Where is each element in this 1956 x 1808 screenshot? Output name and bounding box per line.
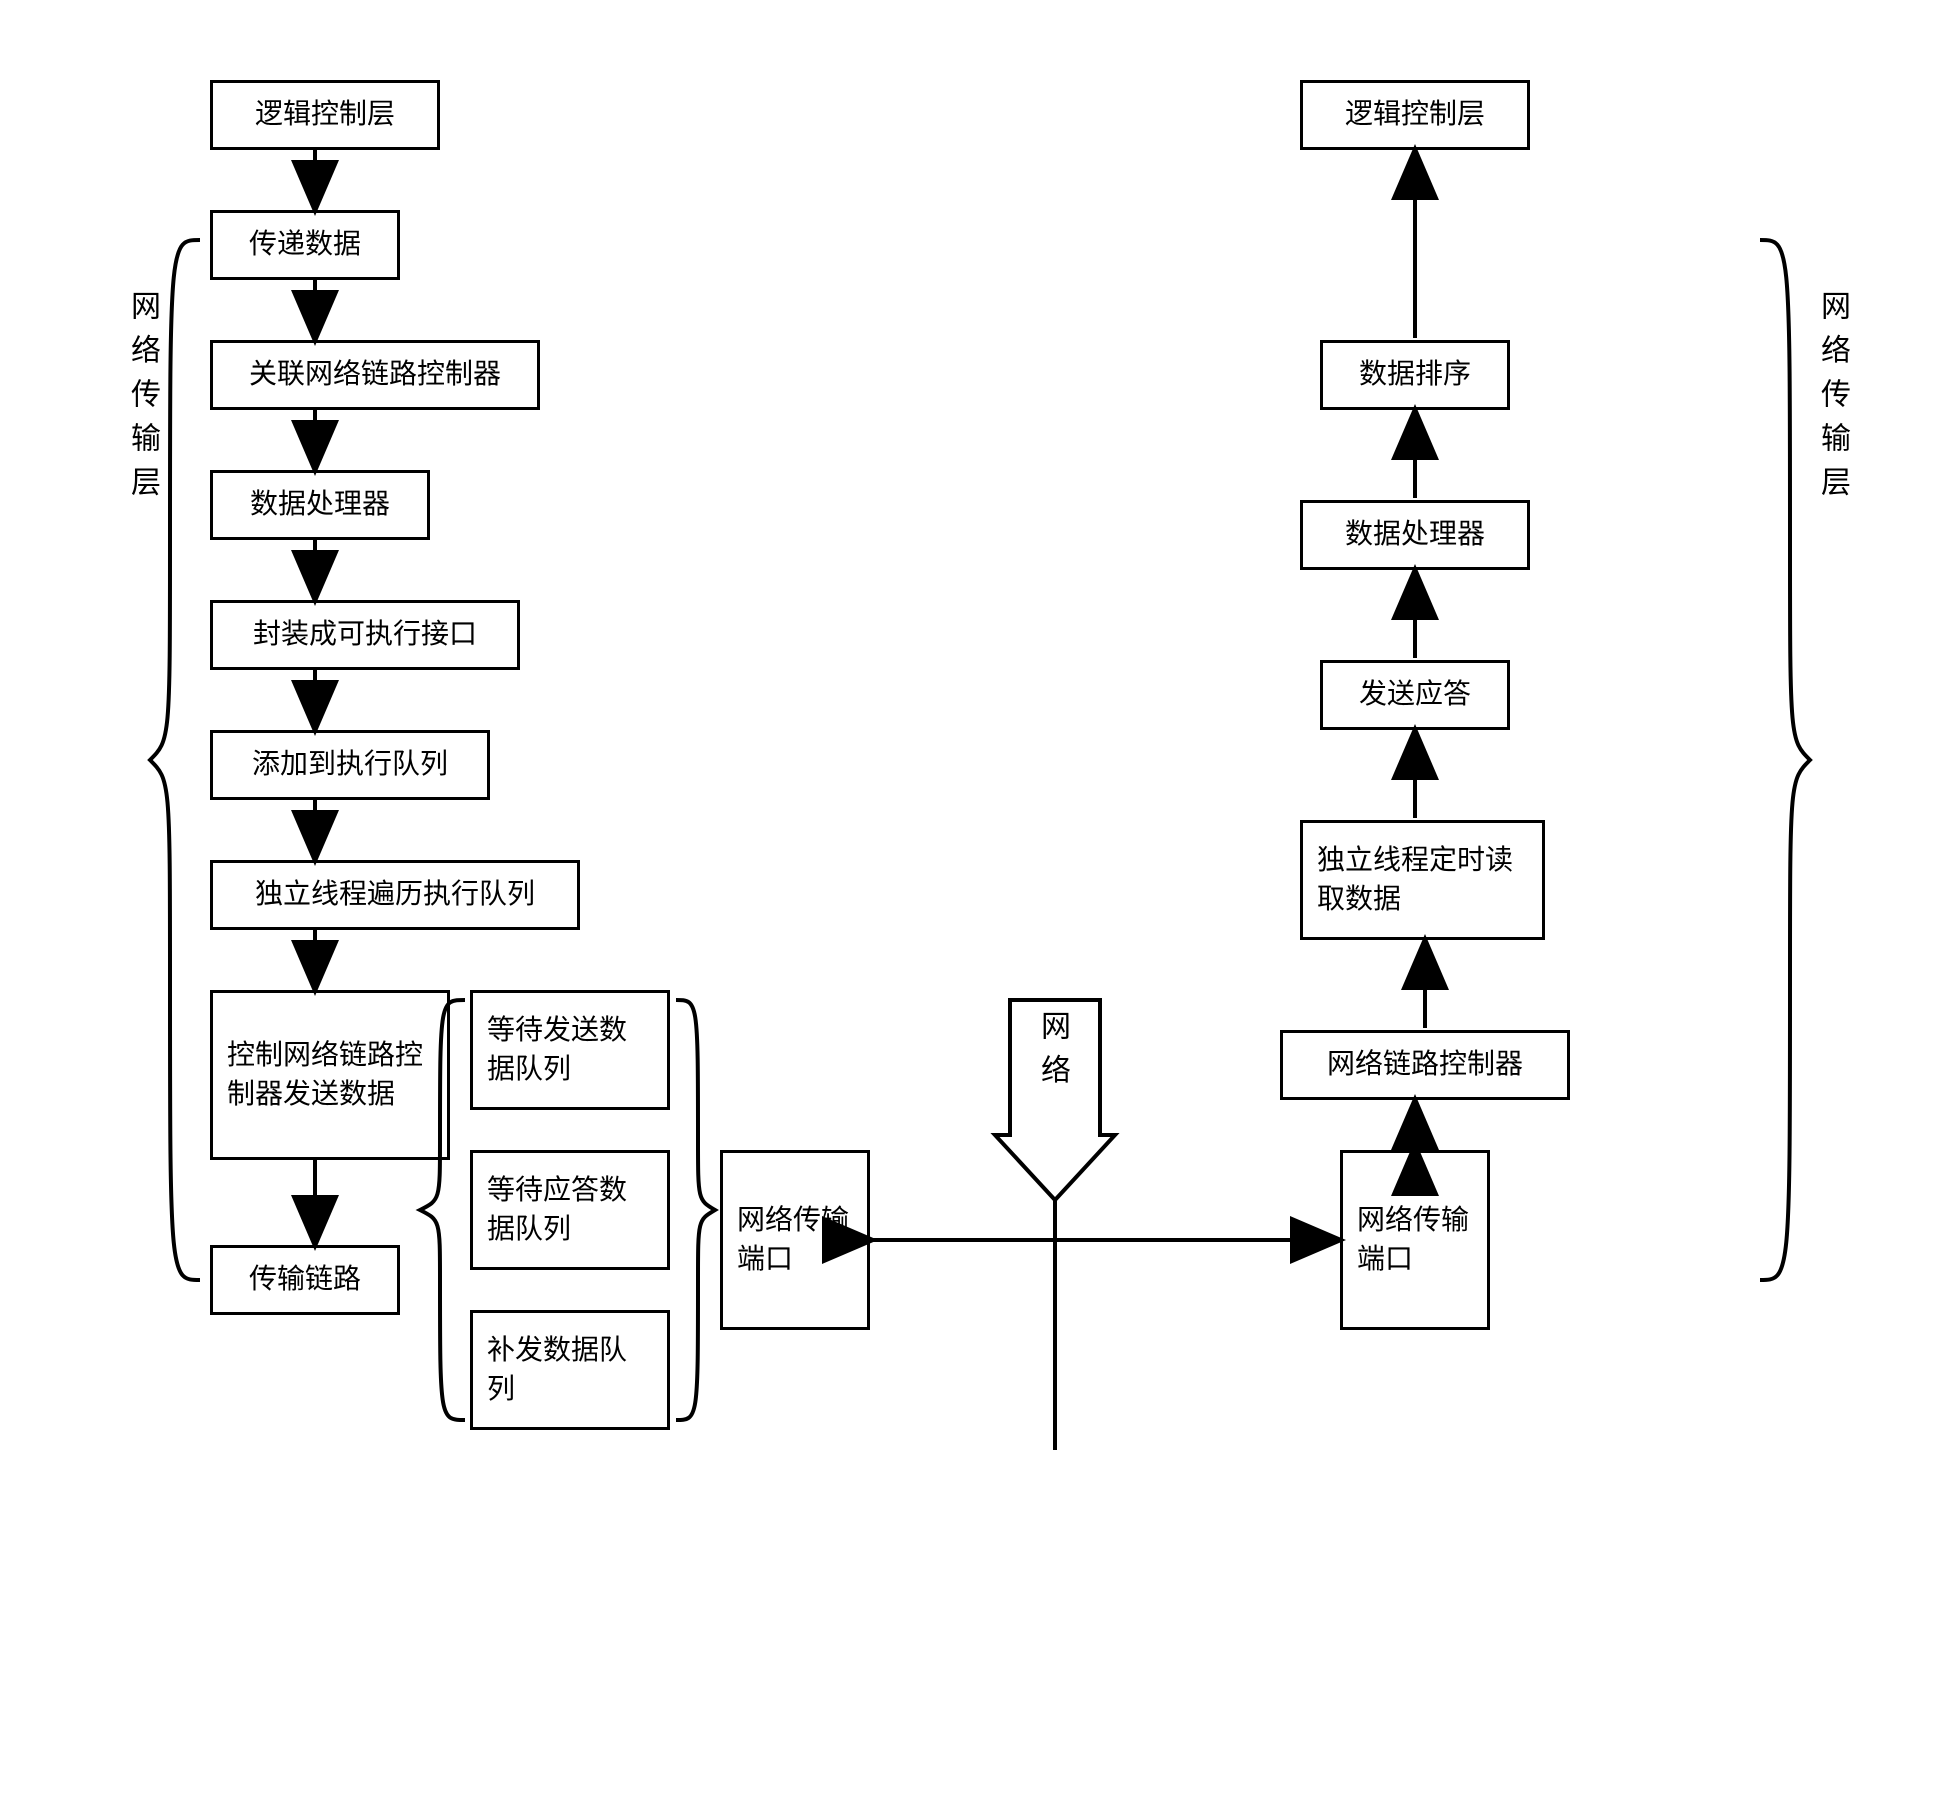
- box-queue-wait-send: 等待发送数据队列: [470, 990, 670, 1110]
- box-net-port-right: 网络传输端口: [1340, 1150, 1490, 1330]
- label-network: 网络: [1030, 1010, 1074, 1098]
- flow-diagram: 逻辑控制层 传递数据 关联网络链路控制器 数据处理器 封装成可执行接口 添加到执…: [40, 40, 1916, 1768]
- box-data-sort: 数据排序: [1320, 340, 1510, 410]
- box-net-port-left: 网络传输端口: [720, 1150, 870, 1330]
- box-queue-wait-ack: 等待应答数据队列: [470, 1150, 670, 1270]
- box-add-queue: 添加到执行队列: [210, 730, 490, 800]
- box-thread-read: 独立线程定时读取数据: [1300, 820, 1545, 940]
- box-pass-data: 传递数据: [210, 210, 400, 280]
- label-left-layer: 网络传输层: [120, 290, 164, 510]
- box-left-logic-layer: 逻辑控制层: [210, 80, 440, 150]
- label-right-layer: 网络传输层: [1810, 290, 1854, 510]
- box-right-logic-layer: 逻辑控制层: [1300, 80, 1530, 150]
- box-data-processor-left: 数据处理器: [210, 470, 430, 540]
- box-transport-link: 传输链路: [210, 1245, 400, 1315]
- box-net-link-controller: 网络链路控制器: [1280, 1030, 1570, 1100]
- box-assoc-link-controller: 关联网络链路控制器: [210, 340, 540, 410]
- box-queue-resend: 补发数据队列: [470, 1310, 670, 1430]
- box-encapsulate-exec: 封装成可执行接口: [210, 600, 520, 670]
- box-data-processor-right: 数据处理器: [1300, 500, 1530, 570]
- box-send-ack: 发送应答: [1320, 660, 1510, 730]
- box-ctrl-send-data: 控制网络链路控制器发送数据: [210, 990, 450, 1160]
- box-thread-traverse: 独立线程遍历执行队列: [210, 860, 580, 930]
